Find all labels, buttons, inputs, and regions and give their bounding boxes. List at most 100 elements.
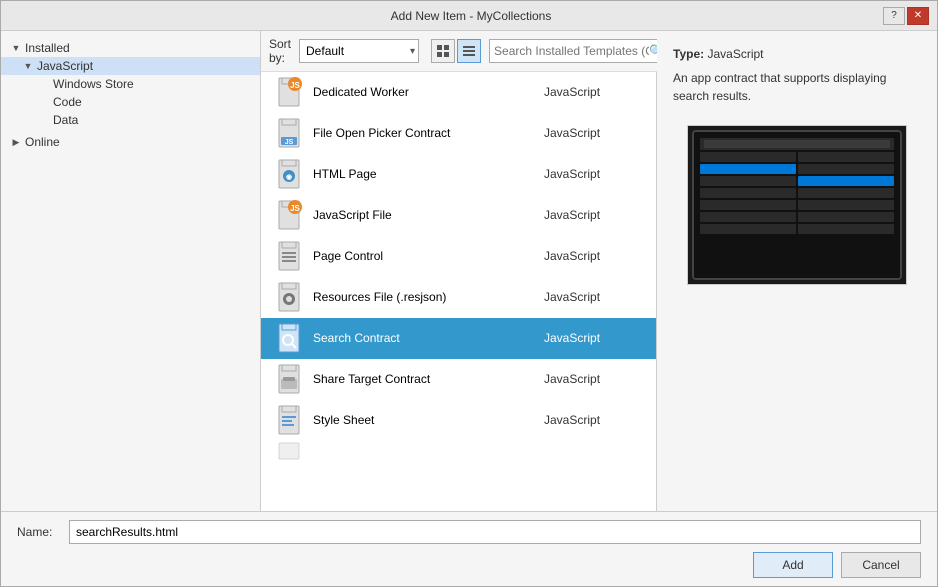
preview-rows <box>700 152 894 272</box>
file-name-page-control: Page Control <box>313 249 544 263</box>
file-type-file-open-picker: JavaScript <box>544 126 644 140</box>
name-label: Name: <box>17 525 57 539</box>
file-name-dedicated-worker: Dedicated Worker <box>313 85 544 99</box>
file-icon-html-page: ◉ <box>273 158 305 190</box>
html-icon: ◉ <box>273 158 305 190</box>
share-icon <box>273 363 305 395</box>
file-picker-icon: JS <box>273 117 305 149</box>
file-item-search-contract[interactable]: Search Contract JavaScript <box>261 318 656 359</box>
svg-text:◉: ◉ <box>286 174 292 181</box>
right-panel: Type: JavaScript An app contract that su… <box>657 31 937 511</box>
preview-screen <box>692 130 902 280</box>
toolbar: Sort by: Default <box>261 31 657 72</box>
sidebar-label-javascript: JavaScript <box>37 59 93 73</box>
main-content: ▼ Installed ▼ JavaScript ▶ Windows Store… <box>1 31 937 511</box>
sort-select-wrap: Default <box>299 39 419 63</box>
file-item-style-sheet[interactable]: Style Sheet JavaScript <box>261 400 656 441</box>
preview-col-right <box>798 152 894 272</box>
file-icon-more <box>273 441 305 461</box>
sidebar-item-online[interactable]: ▶ Online <box>1 133 260 151</box>
file-type-resources-file: JavaScript <box>544 290 644 304</box>
file-item-html-page[interactable]: ◉ HTML Page JavaScript <box>261 154 656 195</box>
file-icon-javascript-file: JS <box>273 199 305 231</box>
preview-col-left <box>700 152 796 272</box>
sidebar-label-online: Online <box>25 135 60 149</box>
sidebar-label-windowsstore: Windows Store <box>53 77 134 91</box>
file-name-style-sheet: Style Sheet <box>313 413 544 427</box>
worker-icon: JS <box>273 76 305 108</box>
file-type-search-contract: JavaScript <box>544 331 644 345</box>
page-control-icon <box>273 240 305 272</box>
file-item-file-open-picker[interactable]: JS File Open Picker Contract JavaScript <box>261 113 656 154</box>
file-item-page-control[interactable]: Page Control JavaScript <box>261 236 656 277</box>
buttons-row: Add Cancel <box>17 552 921 578</box>
file-icon-page-control <box>273 240 305 272</box>
file-item-share-target[interactable]: Share Target Contract JavaScript <box>261 359 656 400</box>
sidebar-item-code[interactable]: ▶ Code <box>1 93 260 111</box>
preview-row-r7 <box>798 224 894 234</box>
preview-row-6 <box>700 212 796 222</box>
search-input[interactable] <box>494 44 649 58</box>
type-label: Type: <box>673 47 704 61</box>
preview-row-4 <box>700 188 796 198</box>
grid-view-button[interactable] <box>431 39 455 63</box>
more-icon <box>273 441 305 461</box>
preview-row-3 <box>700 176 796 186</box>
preview-inner <box>694 132 900 278</box>
preview-search-bar <box>704 140 890 148</box>
preview-row-r2 <box>798 164 894 174</box>
sidebar-item-installed[interactable]: ▼ Installed <box>1 39 260 57</box>
add-button[interactable]: Add <box>753 552 833 578</box>
help-button[interactable]: ? <box>883 7 905 25</box>
preview-image <box>687 125 907 285</box>
preview-row-1 <box>700 152 796 162</box>
sort-label: Sort by: <box>269 37 291 65</box>
sidebar-label-data: Data <box>53 113 78 127</box>
file-item-more[interactable] <box>261 441 656 461</box>
file-list[interactable]: JS Dedicated Worker JavaScript JS <box>261 72 657 511</box>
css-icon <box>273 404 305 436</box>
file-icon-dedicated-worker: JS <box>273 76 305 108</box>
search-icon[interactable]: 🔍 <box>649 44 657 58</box>
dialog-title: Add New Item - MyCollections <box>59 9 883 23</box>
type-value: JavaScript <box>707 47 763 61</box>
preview-row-r5 <box>798 200 894 210</box>
name-input[interactable] <box>69 520 921 544</box>
file-item-dedicated-worker[interactable]: JS Dedicated Worker JavaScript <box>261 72 656 113</box>
close-button[interactable]: ✕ <box>907 7 929 25</box>
sidebar-label-code: Code <box>53 95 82 109</box>
sidebar-item-data[interactable]: ▶ Data <box>1 111 260 129</box>
cancel-button[interactable]: Cancel <box>841 552 921 578</box>
list-view-button[interactable] <box>457 39 481 63</box>
file-item-javascript-file[interactable]: JS JavaScript File JavaScript <box>261 195 656 236</box>
file-name-file-open-picker: File Open Picker Contract <box>313 126 544 140</box>
type-description: An app contract that supports displaying… <box>673 69 921 105</box>
file-item-resources-file[interactable]: Resources File (.resjson) JavaScript <box>261 277 656 318</box>
sort-select[interactable]: Default <box>299 39 419 63</box>
expand-icon-javascript: ▼ <box>21 59 35 73</box>
preview-row-r6 <box>798 212 894 222</box>
sidebar: ▼ Installed ▼ JavaScript ▶ Windows Store… <box>1 31 261 511</box>
grid-icon <box>436 44 450 58</box>
list-icon <box>462 44 476 58</box>
file-name-search-contract: Search Contract <box>313 331 544 345</box>
sidebar-item-windowsstore[interactable]: ▶ Windows Store <box>1 75 260 93</box>
file-icon-share-target <box>273 363 305 395</box>
bottom-area: Name: Add Cancel <box>1 511 937 586</box>
sidebar-label-installed: Installed <box>25 41 70 55</box>
preview-row-r1 <box>798 152 894 162</box>
file-icon-resources-file <box>273 281 305 313</box>
type-row: Type: JavaScript <box>673 47 921 61</box>
file-name-share-target: Share Target Contract <box>313 372 544 386</box>
sidebar-item-javascript[interactable]: ▼ JavaScript <box>1 57 260 75</box>
file-type-page-control: JavaScript <box>544 249 644 263</box>
file-type-share-target: JavaScript <box>544 372 644 386</box>
preview-topbar <box>700 138 894 150</box>
preview-row-r3 <box>798 176 894 186</box>
file-name-html-page: HTML Page <box>313 167 544 181</box>
center-panel: Sort by: Default <box>261 31 657 511</box>
expand-icon-installed: ▼ <box>9 41 23 55</box>
title-bar-controls: ? ✕ <box>883 7 929 25</box>
expand-icon-online: ▶ <box>9 135 23 149</box>
js-file-icon: JS <box>273 199 305 231</box>
